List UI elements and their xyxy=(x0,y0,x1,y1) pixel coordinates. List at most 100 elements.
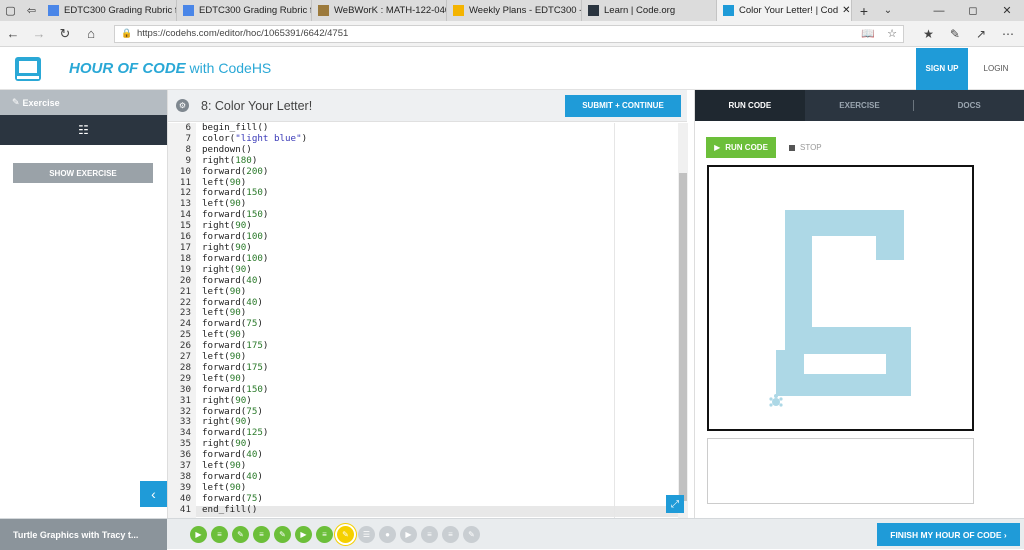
code-argument: 90 xyxy=(229,460,241,472)
url-field[interactable]: 🔒 https://codehs.com/editor/hoc/1065391/… xyxy=(114,24,904,43)
code-argument: 180 xyxy=(235,154,252,166)
refresh-icon[interactable]: ↻ xyxy=(52,26,78,42)
browser-tab[interactable]: EDTC300 Grading Rubric for xyxy=(42,0,177,21)
code-function: end_fill xyxy=(202,503,247,515)
doc-icon[interactable]: ≡ xyxy=(421,526,438,543)
code-area[interactable]: 6 7 8 9 10 11 12 13 14 15 16 17 18 19 20 21 22 23 24 25 26 27… xyxy=(168,122,678,518)
turtle-drawing xyxy=(769,210,911,407)
brand-title[interactable]: HOUR OF CODE with CodeHS xyxy=(69,60,271,77)
tab-back-icon[interactable]: ⇦ xyxy=(21,0,42,21)
code-argument: "light blue" xyxy=(235,132,302,144)
show-exercise-button[interactable]: SHOW EXERCISE xyxy=(13,163,153,183)
settings-gear-icon[interactable]: ⚙ xyxy=(176,99,189,112)
code-function: forward xyxy=(202,296,241,308)
video-icon[interactable]: ▶ xyxy=(190,526,207,543)
doc-icon[interactable]: ≡ xyxy=(316,526,333,543)
scrollbar-thumb[interactable] xyxy=(679,173,687,501)
site-header: HOUR OF CODE with CodeHS SIGN UP LOGIN xyxy=(0,47,1024,90)
list-icon[interactable]: ☰ xyxy=(358,526,375,543)
tab-exercise[interactable]: EXERCISE xyxy=(805,90,915,121)
code-function: left xyxy=(202,481,225,493)
code-argument: 40 xyxy=(246,274,258,286)
code-function: color xyxy=(202,132,230,144)
video-icon[interactable]: ▶ xyxy=(400,526,417,543)
code-function: left xyxy=(202,351,225,363)
collapse-panel-button[interactable]: ‹ xyxy=(140,481,167,507)
code-argument: 40 xyxy=(246,471,258,482)
submit-continue-button[interactable]: SUBMIT + CONTINUE xyxy=(565,94,681,117)
close-window-icon[interactable]: ✕ xyxy=(990,0,1024,21)
doc-icon[interactable]: ≡ xyxy=(211,526,228,543)
code-function: forward xyxy=(202,318,241,330)
reading-view-icon[interactable]: 📖 xyxy=(861,27,875,40)
code-function: forward xyxy=(202,405,241,417)
code-argument: 90 xyxy=(229,481,241,493)
circle-icon[interactable]: ● xyxy=(379,526,396,543)
favorites-icon[interactable]: ★ xyxy=(923,27,934,41)
pencil-icon[interactable]: ✎ xyxy=(232,526,249,543)
close-tab-icon[interactable]: ✕ xyxy=(838,5,850,16)
code-argument: 90 xyxy=(229,176,241,188)
map-icon-row[interactable]: ☷ xyxy=(0,115,167,145)
notes-icon[interactable]: ✎ xyxy=(950,27,960,41)
code-argument: 90 xyxy=(229,372,241,384)
course-title[interactable]: Turtle Graphics with Tracy t... xyxy=(0,519,167,550)
code-function: forward xyxy=(202,492,241,504)
code-function: forward xyxy=(202,449,241,461)
doc-icon[interactable]: ≡ xyxy=(442,526,459,543)
code-function: forward xyxy=(202,165,241,177)
browser-tab[interactable]: Color Your Letter! | Cod ✕ xyxy=(717,0,852,21)
pencil-icon[interactable]: ✎ xyxy=(337,526,354,543)
line-number: 41 xyxy=(179,503,191,515)
doc-icon[interactable]: ≡ xyxy=(253,526,270,543)
browser-tab-label: EDTC300 Grading Rubric for xyxy=(64,5,177,16)
tab-docs[interactable]: DOCS xyxy=(914,90,1024,121)
code-argument: 75 xyxy=(246,492,258,504)
run-code-button[interactable]: ▶ RUN CODE xyxy=(706,137,776,158)
code-function: left xyxy=(202,329,225,341)
expand-editor-icon[interactable]: ⤢ xyxy=(666,495,684,513)
more-icon[interactable]: ⋯ xyxy=(1002,27,1014,41)
video-icon[interactable]: ▶ xyxy=(295,526,312,543)
browser-tab[interactable]: Learn | Code.org xyxy=(582,0,717,21)
code-function: pendown xyxy=(202,143,241,155)
tab-list-icon[interactable]: ▢ xyxy=(0,0,21,21)
browser-tab[interactable]: Weekly Plans - EDTC300 - S| xyxy=(447,0,582,21)
code-argument: 175 xyxy=(246,340,263,352)
home-icon[interactable]: ⌂ xyxy=(78,26,104,41)
tab-menu-chevron-icon[interactable]: ⌄ xyxy=(876,0,900,21)
tab-run-code[interactable]: RUN CODE xyxy=(695,90,805,121)
code-argument: 90 xyxy=(235,416,247,428)
maximize-icon[interactable]: ◻ xyxy=(956,0,990,21)
editor-scrollbar[interactable] xyxy=(678,123,688,518)
docs-icon xyxy=(48,5,59,16)
sign-up-button[interactable]: SIGN UP xyxy=(916,47,968,90)
login-button[interactable]: LOGIN xyxy=(968,64,1024,73)
back-icon[interactable]: ← xyxy=(0,26,26,41)
favorite-star-icon[interactable]: ☆ xyxy=(887,27,897,40)
finish-hour-of-code-button[interactable]: FINISH MY HOUR OF CODE › xyxy=(877,523,1020,546)
code-function: left xyxy=(202,198,225,210)
code-lines[interactable]: begin_fill() color("light blue") pendown()… xyxy=(202,122,307,516)
stop-icon xyxy=(789,144,795,151)
forward-icon[interactable]: → xyxy=(26,26,52,41)
code-function: right xyxy=(202,241,230,253)
codeorg-icon xyxy=(588,5,599,16)
share-icon[interactable]: ↗ xyxy=(976,27,986,41)
pencil-icon[interactable]: ✎ xyxy=(274,526,291,543)
code-argument: 90 xyxy=(229,351,241,363)
stop-button[interactable]: STOP xyxy=(789,137,822,158)
address-bar: ← → ↻ ⌂ 🔒 https://codehs.com/editor/hoc/… xyxy=(0,21,1024,47)
code-argument: 90 xyxy=(235,241,247,253)
minimize-icon[interactable]: — xyxy=(922,0,956,21)
browser-tab[interactable]: EDTC300 Grading Rubric for xyxy=(177,0,312,21)
codehs-logo-icon[interactable] xyxy=(15,56,41,81)
pencil-icon[interactable]: ✎ xyxy=(463,526,480,543)
code-argument: 125 xyxy=(246,427,263,439)
new-tab-button[interactable]: + xyxy=(852,0,876,21)
drive-icon xyxy=(453,5,464,16)
browser-tab[interactable]: WeBWorK : MATH-122-040 xyxy=(312,0,447,21)
code-function: left xyxy=(202,307,225,319)
code-line[interactable]: end_fill() xyxy=(202,503,307,516)
lock-icon: 🔒 xyxy=(121,28,133,38)
